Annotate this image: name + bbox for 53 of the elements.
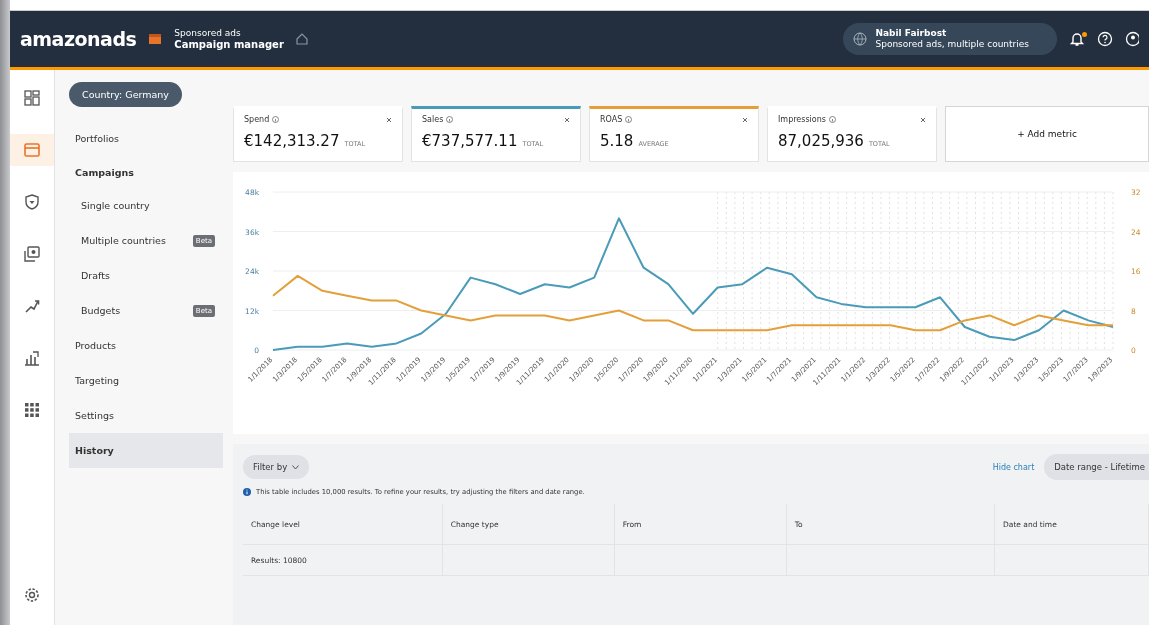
profile-icon[interactable]: [1125, 31, 1139, 47]
close-icon[interactable]: [564, 116, 570, 123]
date-range-button[interactable]: Date range - Lifetime: [1044, 454, 1149, 480]
close-icon[interactable]: [920, 116, 926, 123]
home-icon[interactable]: [295, 33, 308, 45]
add-metric-button[interactable]: + Add metric: [945, 106, 1149, 162]
metric-label: Impressions: [778, 115, 826, 124]
info-icon: [243, 488, 251, 496]
info-icon: [446, 116, 454, 123]
country-filter-chip[interactable]: Country: Germany: [69, 82, 182, 107]
nav-item[interactable]: Targeting: [69, 363, 223, 398]
nav-item[interactable]: History: [69, 433, 223, 468]
nav-item[interactable]: Drafts: [69, 258, 223, 293]
nav-item[interactable]: Single country: [69, 188, 223, 223]
caret-icon: [292, 464, 300, 470]
metric-value: 5.18: [600, 132, 634, 150]
nav-item[interactable]: Products: [69, 328, 223, 363]
metric-value: €142,313.27: [244, 132, 340, 150]
bell-icon[interactable]: [1069, 31, 1085, 47]
hide-chart-link[interactable]: Hide chart: [992, 462, 1035, 472]
image-stack-icon[interactable]: [23, 245, 41, 263]
metric-value: 87,025,936: [778, 132, 864, 150]
info-icon: [625, 116, 633, 123]
metric-label: ROAS: [600, 115, 623, 124]
settings-icon[interactable]: [23, 586, 41, 604]
metric-value: €737,577.11: [422, 132, 518, 150]
apps-grid-icon[interactable]: [23, 401, 41, 419]
campaign-icon[interactable]: [23, 141, 41, 159]
dashboard-icon[interactable]: [23, 89, 41, 107]
metric-label: Sales: [422, 115, 444, 124]
nav-item-label: Multiple countries: [81, 235, 166, 246]
product-title: Campaign manager: [174, 39, 284, 51]
metric-label: Spend: [244, 115, 270, 124]
account-switcher[interactable]: Nabil Fairbost Sponsored ads, multiple countries: [843, 23, 1057, 55]
nav-item[interactable]: Settings: [69, 398, 223, 433]
product-line-label: Sponsored ads: [174, 27, 242, 39]
info-icon: [272, 116, 280, 123]
filter-by-button[interactable]: Filter by: [243, 455, 310, 479]
close-icon[interactable]: [386, 116, 392, 123]
close-icon[interactable]: [742, 116, 748, 123]
amazon-ads-logo[interactable]: amazonads: [20, 28, 137, 50]
account-scope: Sponsored ads, multiple countries: [875, 39, 1029, 50]
nav-item[interactable]: Portfolios: [69, 121, 223, 156]
trend-arrow-icon[interactable]: [23, 297, 41, 315]
bar-chart-icon[interactable]: [23, 349, 41, 367]
info-icon: [828, 116, 836, 123]
nav-heading[interactable]: Campaigns: [69, 156, 223, 188]
campaign-icon: [148, 33, 163, 45]
nav-item-label: Budgets: [81, 305, 121, 316]
shield-icon[interactable]: [23, 193, 41, 211]
account-name: Nabil Fairbost: [875, 28, 948, 39]
globe-icon: [853, 32, 868, 46]
help-icon[interactable]: [1097, 31, 1113, 47]
